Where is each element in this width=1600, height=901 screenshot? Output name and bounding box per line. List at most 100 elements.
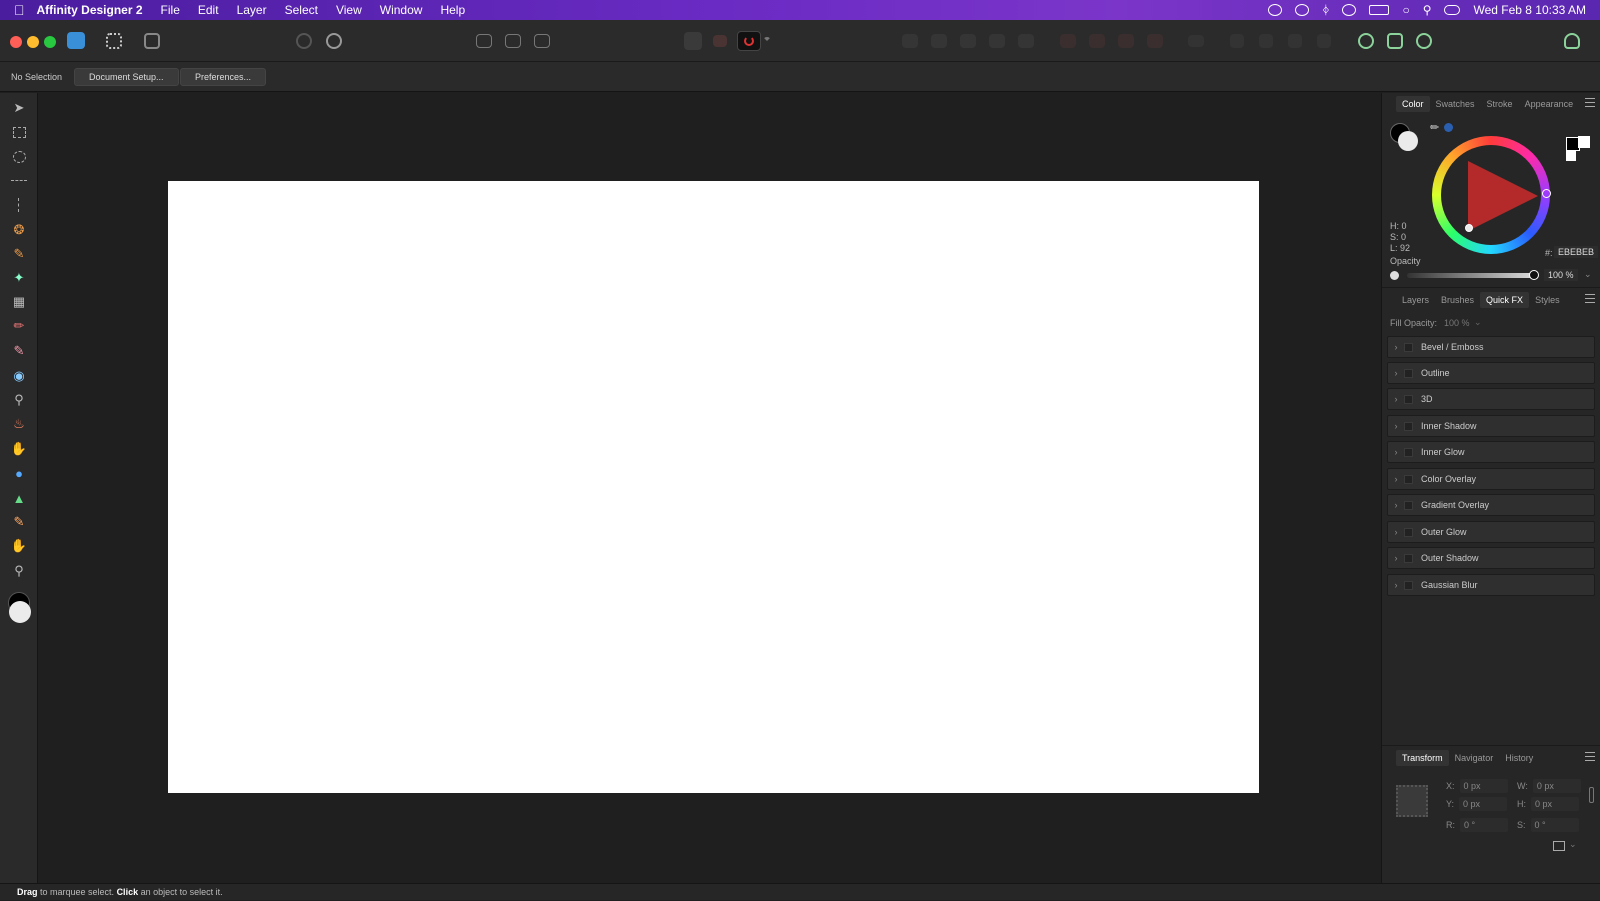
fx-checkbox[interactable] <box>1404 580 1413 590</box>
boolean-intersect-icon[interactable] <box>960 34 976 48</box>
opacity-dropdown-icon[interactable]: ⌄ <box>1584 269 1592 280</box>
fx-panel-menu-icon[interactable] <box>1585 294 1595 303</box>
arrange-icon-1[interactable] <box>476 34 492 48</box>
chevron-right-icon[interactable]: › <box>1388 527 1404 537</box>
w-input[interactable]: 0 px <box>1532 779 1581 793</box>
pixel-brush-icon[interactable]: ✏ <box>10 317 28 335</box>
order-backward-icon[interactable] <box>1089 34 1105 48</box>
y-input[interactable]: 0 px <box>1459 797 1508 811</box>
tab-history[interactable]: History <box>1499 750 1539 766</box>
fx-inner-glow[interactable]: › Inner Glow <box>1387 441 1595 463</box>
canvas-area[interactable] <box>39 93 1380 883</box>
boolean-divide-icon[interactable] <box>1018 34 1034 48</box>
sync-icon[interactable] <box>1295 4 1310 16</box>
chevron-right-icon[interactable]: › <box>1388 474 1404 484</box>
fx-gaussian-blur[interactable]: › Gaussian Blur <box>1387 574 1595 596</box>
fx-inner-shadow[interactable]: › Inner Shadow <box>1387 415 1595 437</box>
arrange-icon-2[interactable] <box>505 34 521 48</box>
insert-target-icon-1[interactable] <box>1358 33 1374 49</box>
fx-color-overlay[interactable]: › Color Overlay <box>1387 468 1595 490</box>
column-marquee-icon[interactable] <box>10 196 28 214</box>
fx-checkbox[interactable] <box>1404 368 1413 378</box>
opacity-slider[interactable] <box>1407 270 1539 280</box>
stroke-color-well[interactable] <box>1398 131 1418 151</box>
color-wheel[interactable] <box>1432 136 1551 254</box>
rotation-field[interactable]: R: 0 ° <box>1446 818 1508 832</box>
preferences-button[interactable]: Preferences... <box>180 68 267 86</box>
magic-wand-icon[interactable]: ✦ <box>10 269 28 287</box>
chevron-right-icon[interactable]: › <box>1388 580 1404 590</box>
hex-input[interactable]: EBEBEB <box>1554 246 1599 258</box>
swap-swatch[interactable] <box>1566 151 1576 161</box>
tab-quick-fx[interactable]: Quick FX <box>1480 292 1530 308</box>
white-swatch[interactable] <box>1578 136 1590 148</box>
row-marquee-icon[interactable] <box>10 172 28 190</box>
rectangular-marquee-icon[interactable] <box>10 123 28 141</box>
anchor-selector[interactable] <box>1396 785 1428 817</box>
fx-checkbox[interactable] <box>1404 447 1413 457</box>
snapping-settings-icon[interactable] <box>296 33 312 49</box>
fx-checkbox[interactable] <box>1404 394 1413 404</box>
order-back-icon[interactable] <box>1060 34 1076 48</box>
y-field[interactable]: Y: 0 px <box>1446 797 1508 811</box>
tab-styles[interactable]: Styles <box>1529 292 1566 308</box>
tab-stroke[interactable]: Stroke <box>1481 96 1519 112</box>
document-setup-button[interactable]: Document Setup... <box>74 68 179 86</box>
pixel-persona-icon[interactable] <box>106 33 122 49</box>
menu-help[interactable]: Help <box>431 3 474 17</box>
transform-panel-menu-icon[interactable] <box>1585 752 1595 761</box>
w-field[interactable]: W: 0 px <box>1517 779 1581 793</box>
chevron-right-icon[interactable]: › <box>1388 394 1404 404</box>
burn-tool-icon[interactable]: ♨ <box>10 415 28 433</box>
flip-horizontal-icon[interactable] <box>1230 34 1244 48</box>
sharpen-tool-icon[interactable]: ▲ <box>10 489 28 507</box>
chevron-down-icon[interactable] <box>763 37 771 45</box>
fx-checkbox[interactable] <box>1404 342 1413 352</box>
lock-aspect-icon[interactable] <box>1589 787 1594 803</box>
tab-brushes[interactable]: Brushes <box>1435 292 1480 308</box>
blur-tool-icon[interactable]: ● <box>10 464 28 482</box>
tab-color[interactable]: Color <box>1396 96 1430 112</box>
bluetooth-icon[interactable]: ᛄ <box>1322 3 1329 17</box>
fill-opacity-dropdown-icon[interactable]: ⌄ <box>1474 317 1482 328</box>
fx-outer-glow[interactable]: › Outer Glow <box>1387 521 1595 543</box>
color-triangle[interactable] <box>1468 161 1538 231</box>
creative-cloud-icon[interactable] <box>1268 4 1283 16</box>
battery-icon[interactable] <box>1369 5 1390 15</box>
view-settings-icon[interactable] <box>326 33 342 49</box>
wifi-icon[interactable]: ○ <box>1402 3 1409 17</box>
secondary-color-swatch[interactable] <box>9 601 31 623</box>
snapping-toggle-icon[interactable] <box>737 31 761 51</box>
opacity-input[interactable]: 100 % <box>1544 269 1578 281</box>
erase-brush-icon[interactable]: ✎ <box>10 342 28 360</box>
lasso-tool-icon[interactable]: ❂ <box>10 221 28 239</box>
fx-3d[interactable]: › 3D <box>1387 388 1595 410</box>
freehand-selection-icon[interactable]: ▦ <box>10 293 28 311</box>
fx-checkbox[interactable] <box>1404 421 1413 431</box>
s-input[interactable]: 0 ° <box>1530 818 1579 832</box>
x-field[interactable]: X: 0 px <box>1446 779 1508 793</box>
chevron-right-icon[interactable]: › <box>1388 421 1404 431</box>
play-icon[interactable] <box>1342 4 1357 16</box>
app-menu[interactable]: Affinity Designer 2 <box>31 3 152 17</box>
tab-layers[interactable]: Layers <box>1396 292 1435 308</box>
menu-edit[interactable]: Edit <box>189 3 228 17</box>
flip-vertical-icon[interactable] <box>1259 34 1273 48</box>
opacity-slider-handle[interactable] <box>1529 270 1539 280</box>
color-picker-icon[interactable]: ✎ <box>10 513 28 531</box>
move-tool-icon[interactable]: ➤ <box>10 99 28 117</box>
export-persona-icon[interactable] <box>144 33 160 49</box>
chevron-right-icon[interactable]: › <box>1388 447 1404 457</box>
menu-window[interactable]: Window <box>371 3 432 17</box>
hand-tool-icon[interactable]: ✋ <box>10 537 28 555</box>
r-input[interactable]: 0 ° <box>1460 818 1508 832</box>
boolean-add-icon[interactable] <box>902 34 918 48</box>
fill-opacity-value[interactable]: 100 % <box>1444 318 1470 328</box>
search-icon[interactable]: ⚲ <box>1423 3 1432 17</box>
rotate-left-icon[interactable] <box>1288 34 1302 48</box>
tab-appearance[interactable]: Appearance <box>1519 96 1580 112</box>
chevron-right-icon[interactable]: › <box>1388 342 1404 352</box>
order-forward-icon[interactable] <box>1118 34 1134 48</box>
chevron-right-icon[interactable]: › <box>1388 368 1404 378</box>
apple-icon[interactable]:  <box>0 2 31 18</box>
